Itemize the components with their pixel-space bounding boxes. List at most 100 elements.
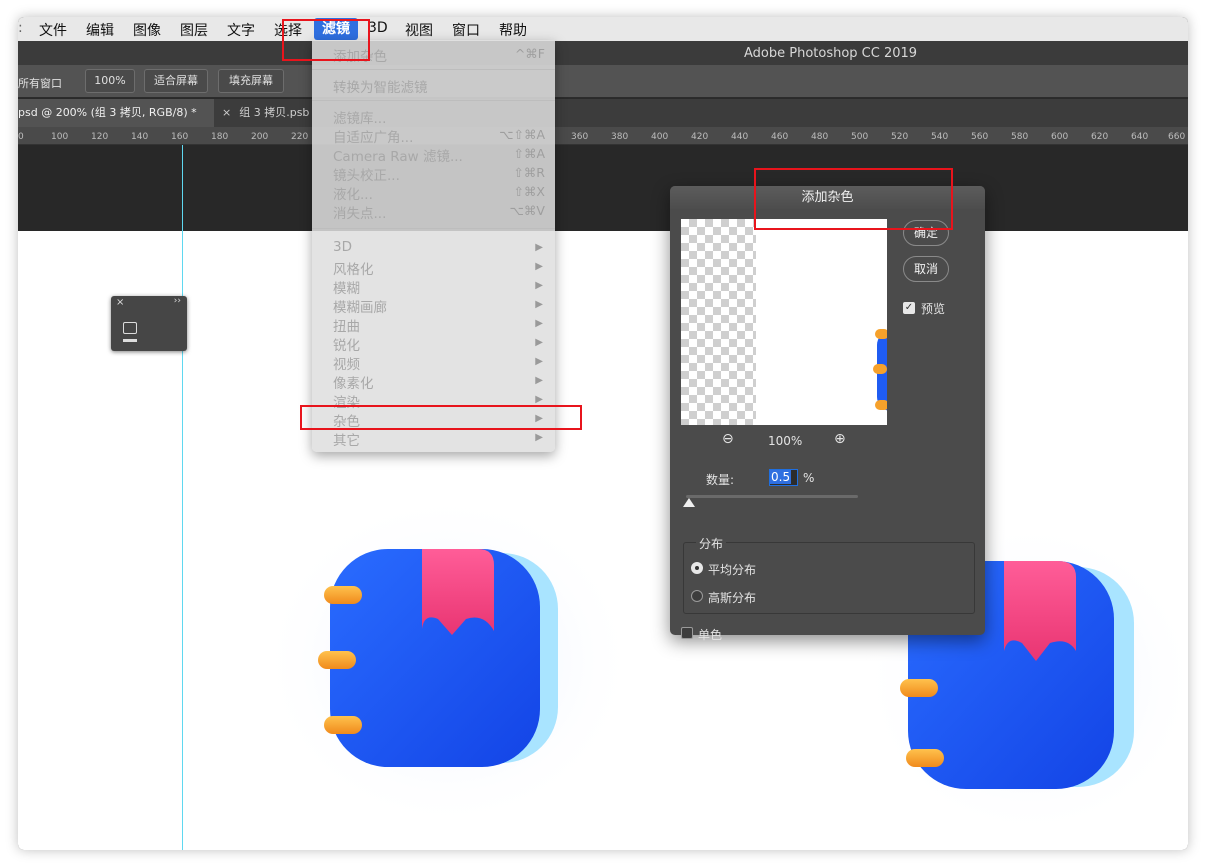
preview-label: 预览 <box>921 302 946 316</box>
close-icon[interactable]: × <box>222 106 231 119</box>
app-title-bar: Adobe Photoshop CC 2019 <box>18 41 1188 65</box>
menu-bar: : 文件 编辑 图像 图层 文字 选择 滤镜 3D 视图 窗口 帮助 <box>18 17 1188 41</box>
menu-item-vanishing-point[interactable]: 消失点... <box>333 202 386 222</box>
menu-separator <box>312 228 555 229</box>
horizontal-ruler[interactable]: 0 100 120 140 160 180 200 220 360 380 40… <box>18 127 1188 145</box>
photoshop-window: : 文件 编辑 图像 图层 文字 选择 滤镜 3D 视图 窗口 帮助 Adobe… <box>18 17 1188 850</box>
menu-file[interactable]: 文件 <box>39 20 67 40</box>
panel-bar-icon <box>123 339 137 342</box>
shortcut-label: ⌥⇧⌘A <box>499 127 545 142</box>
highlight-box-filter-menu <box>282 19 370 61</box>
ruler-tick-label: 560 <box>971 132 989 142</box>
menu-image[interactable]: 图像 <box>133 20 161 40</box>
guide-line[interactable] <box>182 145 183 850</box>
amount-slider-handle[interactable] <box>683 498 695 507</box>
fit-screen-button[interactable]: 适合屏幕 <box>144 69 208 93</box>
submenu-arrow-icon: ▶ <box>535 318 543 329</box>
preview-checkbox[interactable]: ✓ <box>903 302 915 314</box>
ruler-tick-label: 100 <box>51 132 69 142</box>
menu-view[interactable]: 视图 <box>405 20 433 40</box>
gaussian-label: 高斯分布 <box>708 591 757 605</box>
ruler-tick-label: 400 <box>651 132 669 142</box>
zoom-100-button[interactable]: 100% <box>85 69 135 93</box>
submenu-video[interactable]: 视频 <box>333 353 360 373</box>
tab-label: psd @ 200% (组 3 拷贝, RGB/8) * <box>18 106 197 119</box>
document-canvas[interactable] <box>18 231 1188 850</box>
ruler-tick-label: 460 <box>771 132 789 142</box>
ruler-tick-label: 160 <box>171 132 189 142</box>
all-windows-label[interactable]: 所有窗口 <box>18 75 62 91</box>
add-noise-dialog: 添加杂色 确定 取消 ✓ 预览 ⊖ 100% ⊕ 数量: 0.5 % 分布 平均… <box>670 186 985 642</box>
amount-value: 0.5 <box>770 470 792 484</box>
ruler-tick-label: 220 <box>291 132 309 142</box>
zoom-out-icon[interactable]: ⊖ <box>722 431 734 447</box>
menu-layer[interactable]: 图层 <box>180 20 208 40</box>
amount-label: 数量: <box>706 473 735 487</box>
submenu-3d[interactable]: 3D <box>333 239 352 255</box>
ruler-tick-label: 360 <box>571 132 589 142</box>
floating-panel[interactable]: × ›› <box>111 296 187 351</box>
menu-item-filter-gallery[interactable]: 滤镜库... <box>333 107 386 127</box>
expand-icon[interactable]: ›› <box>174 296 181 306</box>
tab-document-2[interactable]: × 组 3 拷贝.psb <box>222 99 309 127</box>
distribution-label: 分布 <box>696 535 727 552</box>
ruler-tick-label: 580 <box>1011 132 1029 142</box>
menu-item-liquify[interactable]: 液化... <box>333 183 373 203</box>
submenu-blur[interactable]: 模糊 <box>333 277 360 297</box>
gaussian-radio[interactable] <box>691 590 703 602</box>
filter-preview[interactable] <box>681 219 887 425</box>
submenu-arrow-icon: ▶ <box>535 375 543 386</box>
pasteboard <box>18 145 1188 231</box>
submenu-blur-gallery[interactable]: 模糊画廊 <box>333 296 387 316</box>
ruler-tick-label: 420 <box>691 132 709 142</box>
document-tabs: psd @ 200% (组 3 拷贝, RGB/8) * × 组 3 拷贝.psb <box>18 99 1188 127</box>
ruler-tick-label: 640 <box>1131 132 1149 142</box>
uniform-radio[interactable] <box>691 562 703 574</box>
amount-slider-track[interactable] <box>686 495 858 498</box>
close-icon[interactable]: × <box>116 297 124 308</box>
tab-label: 组 3 拷贝.psb <box>239 106 310 119</box>
monochrome-label: 单色 <box>698 628 723 642</box>
ruler-tick-label: 200 <box>251 132 269 142</box>
menu-overflow-glyph: : <box>18 20 23 36</box>
ruler-tick-label: 180 <box>211 132 229 142</box>
submenu-pixelate[interactable]: 像素化 <box>333 372 374 392</box>
menu-separator <box>312 100 555 101</box>
3d-cube-icon[interactable] <box>123 322 137 334</box>
menu-item-camera-raw[interactable]: Camera Raw 滤镜... <box>333 145 463 165</box>
options-bar: 所有窗口 100% 适合屏幕 填充屏幕 <box>18 65 1188 98</box>
menu-item-adaptive-wide-angle[interactable]: 自适应广角... <box>333 126 413 146</box>
monochrome-checkbox[interactable] <box>681 627 693 639</box>
submenu-arrow-icon: ▶ <box>535 432 543 443</box>
tab-active-document[interactable]: psd @ 200% (组 3 拷贝, RGB/8) * <box>18 99 214 127</box>
ruler-tick-label: 620 <box>1091 132 1109 142</box>
ruler-tick-label: 520 <box>891 132 909 142</box>
submenu-arrow-icon: ▶ <box>535 261 543 272</box>
submenu-distort[interactable]: 扭曲 <box>333 315 360 335</box>
submenu-arrow-icon: ▶ <box>535 280 543 291</box>
menu-item-convert-smart[interactable]: 转换为智能滤镜 <box>333 76 428 96</box>
menu-window[interactable]: 窗口 <box>452 20 480 40</box>
submenu-arrow-icon: ▶ <box>535 394 543 405</box>
submenu-stylize[interactable]: 风格化 <box>333 258 374 278</box>
menu-edit[interactable]: 编辑 <box>86 20 114 40</box>
cancel-button[interactable]: 取消 <box>903 256 949 282</box>
menu-help[interactable]: 帮助 <box>499 20 527 40</box>
highlight-box-dialog-title <box>754 168 953 230</box>
zoom-in-icon[interactable]: ⊕ <box>834 431 846 447</box>
submenu-sharpen[interactable]: 锐化 <box>333 334 360 354</box>
ruler-tick-label: 0 <box>18 132 24 142</box>
amount-input[interactable]: 0.5 <box>769 469 798 486</box>
ruler-tick-label: 660 <box>1168 132 1186 142</box>
menu-3d[interactable]: 3D <box>368 20 388 36</box>
fill-screen-button[interactable]: 填充屏幕 <box>218 69 284 93</box>
submenu-arrow-icon: ▶ <box>535 299 543 310</box>
menu-type[interactable]: 文字 <box>227 20 255 40</box>
amount-unit: % <box>803 471 815 485</box>
shortcut-label: ⇧⌘X <box>513 184 545 199</box>
radio-dot <box>695 566 699 570</box>
submenu-arrow-icon: ▶ <box>535 356 543 367</box>
shortcut-label: ⇧⌘R <box>513 165 545 180</box>
menu-item-lens-correction[interactable]: 镜头校正... <box>333 164 400 184</box>
submenu-other[interactable]: 其它 <box>333 429 360 449</box>
